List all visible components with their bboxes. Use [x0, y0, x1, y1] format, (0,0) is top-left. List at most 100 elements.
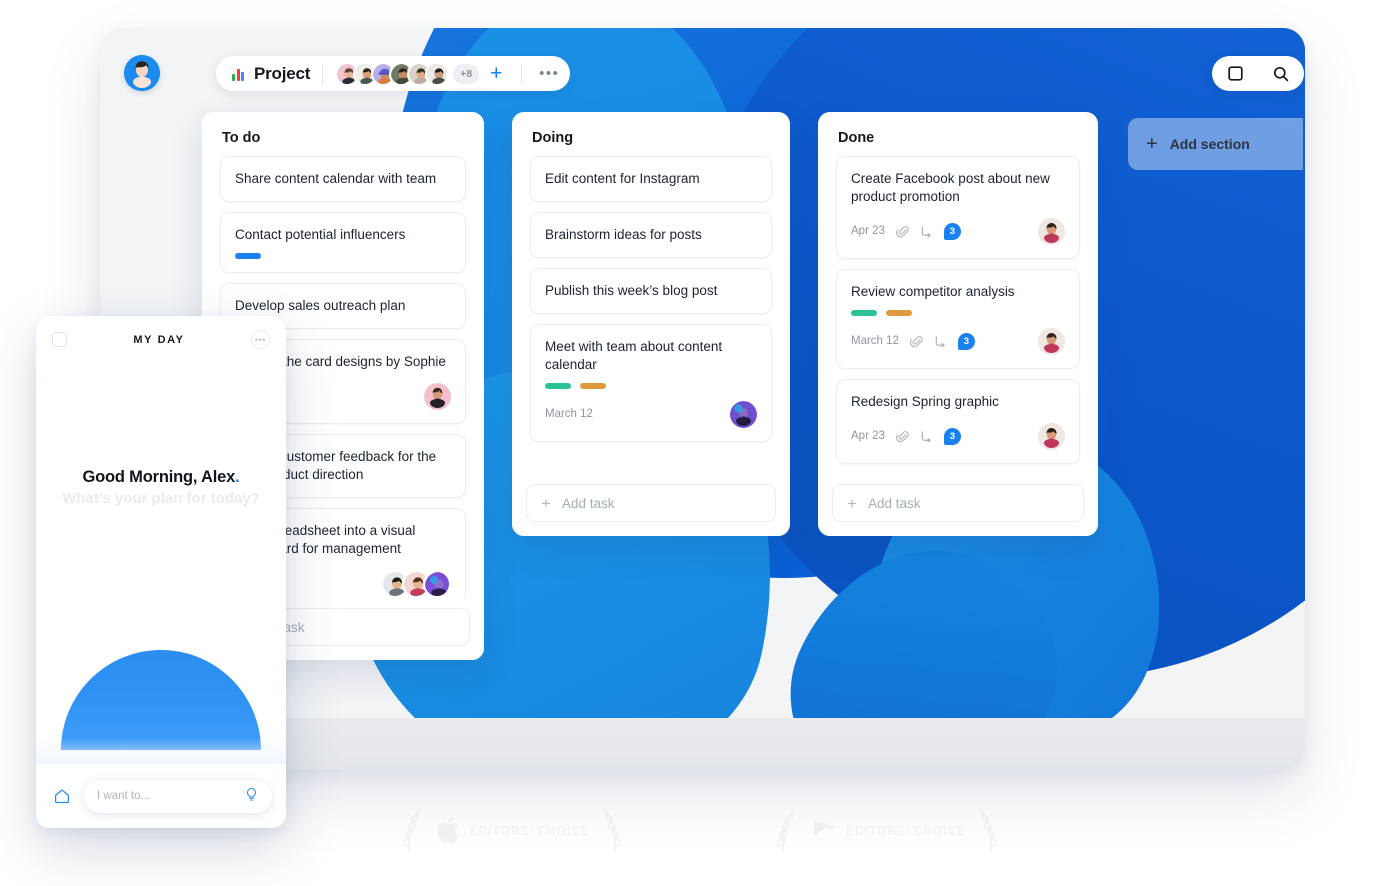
project-toolbar: Project +8 + ••• — [216, 56, 571, 91]
subtask-icon — [920, 225, 933, 238]
task-date: March 12 — [545, 408, 593, 421]
assignee-avatar[interactable] — [424, 382, 451, 410]
assignee-avatar[interactable] — [730, 400, 757, 428]
task-title: Review competitor analysis — [851, 283, 1015, 299]
assignee-avatar[interactable] — [1038, 217, 1065, 245]
greeting-text: Good Morning, Alex. — [36, 468, 286, 487]
member-avatars[interactable] — [335, 61, 450, 86]
task-card[interactable]: Share content calendar with team — [220, 156, 466, 202]
column-cards: Edit content for Instagram Brainstorm id… — [512, 156, 790, 474]
comment-bubble-icon: 3 — [943, 222, 961, 240]
mobile-title: MY DAY — [133, 333, 185, 346]
comment-bubble-icon: 3 — [943, 427, 961, 445]
home-icon[interactable] — [50, 787, 74, 805]
task-title: Create Facebook post about new product p… — [851, 171, 1050, 204]
task-card[interactable]: Create Facebook post about new product p… — [836, 156, 1080, 259]
mobile-header: MY DAY ••• — [36, 316, 286, 349]
badge-label: EDITORS’ CHOICE — [469, 826, 590, 838]
task-title: Share content calendar with team — [235, 171, 437, 186]
task-title: Meet with team about content calendar — [545, 338, 723, 372]
store-badges: EDITORS’ CHOICE EDITORS’ CHOICE — [0, 806, 1400, 858]
task-tags — [235, 252, 451, 259]
mobile-input-placeholder: I want to... — [97, 790, 151, 802]
tag-blue — [235, 252, 261, 259]
task-date: Apr 23 — [851, 225, 885, 238]
laurel-right-icon — [979, 809, 998, 851]
mobile-greeting-block: Good Morning, Alex. What’s your plan for… — [36, 468, 286, 507]
plus-icon: + — [541, 493, 551, 513]
assignee-avatar[interactable] — [1038, 327, 1065, 355]
tag-green — [851, 309, 877, 316]
task-date: March 12 — [851, 335, 899, 348]
member-overflow-badge[interactable]: +8 — [453, 63, 480, 84]
lightbulb-icon[interactable] — [244, 787, 259, 805]
task-card[interactable]: Publish this week’s blog post — [530, 267, 772, 314]
add-task-label: Add task — [867, 495, 921, 511]
add-task-label: Add task — [561, 495, 615, 511]
page-title: Project — [254, 63, 311, 83]
task-title: Edit content for Instagram — [545, 171, 700, 186]
badge-label: EDITORS’ CHOICE — [846, 826, 967, 838]
screenshot-root: Project +8 + ••• + Add section To do Sha… — [0, 0, 1400, 886]
task-meta: March 12 — [545, 400, 757, 428]
assignee-avatar[interactable] — [1038, 422, 1065, 450]
laurel-right-icon — [603, 809, 622, 851]
laurel-left-icon — [776, 809, 795, 851]
laurel-left-icon — [402, 809, 421, 851]
task-meta: Apr 23 3 — [851, 422, 1065, 450]
square-icon[interactable] — [1222, 61, 1248, 87]
apple-icon — [436, 815, 462, 850]
task-meta: Apr 23 3 — [851, 217, 1065, 245]
add-member-button[interactable]: + — [483, 61, 509, 87]
task-title: Contact potential influencers — [235, 226, 406, 242]
column-footer: + Add task — [512, 474, 790, 536]
divider — [521, 63, 523, 84]
column-title: Doing — [532, 130, 574, 146]
checkbox-icon[interactable] — [52, 332, 67, 347]
task-title: Brainstorm ideas for posts — [545, 226, 702, 242]
google-play-icon — [810, 816, 838, 849]
avatar[interactable] — [124, 55, 160, 91]
search-icon[interactable] — [1268, 61, 1294, 87]
bar-chart-icon — [232, 67, 246, 81]
assignee-avatar[interactable] — [423, 569, 451, 598]
greeting-dot: . — [235, 468, 240, 486]
subgreeting-text: What’s your plan for today? — [62, 490, 260, 507]
user-avatar-image — [124, 55, 160, 91]
column-footer: + Add task — [818, 474, 1098, 536]
comment-bubble-icon: 3 — [957, 332, 975, 350]
plus-icon: + — [847, 493, 857, 513]
task-title: Develop sales outreach plan — [235, 297, 406, 313]
add-task-button[interactable]: + Add task — [526, 484, 776, 522]
task-card[interactable]: Meet with team about content calendar Ma… — [530, 323, 772, 442]
ellipsis-icon[interactable]: ••• — [251, 330, 270, 349]
more-options-button[interactable]: ••• — [534, 61, 564, 87]
task-date: Apr 23 — [851, 430, 885, 443]
task-title: Publish this week’s blog post — [545, 282, 718, 298]
tag-orange — [580, 382, 606, 389]
paperclip-icon — [895, 225, 909, 238]
add-task-button[interactable]: + Add task — [832, 484, 1084, 522]
mobile-my-day-panel: MY DAY ••• Good Morning, Alex. What’s yo… — [36, 316, 286, 828]
editors-choice-badge-apple: EDITORS’ CHOICE — [400, 806, 624, 858]
task-card[interactable]: Brainstorm ideas for posts — [530, 211, 772, 258]
plus-icon: + — [1146, 133, 1158, 155]
task-title: Redesign Spring graphic — [851, 393, 999, 409]
task-card[interactable]: Edit content for Instagram — [530, 156, 772, 202]
greeting-label: Good Morning, Alex — [82, 468, 236, 486]
add-section-label: Add section — [1169, 136, 1250, 152]
add-section-button[interactable]: + Add section — [1128, 118, 1303, 170]
window-controls — [1212, 56, 1304, 91]
board-column-done: Done Create Facebook post about new prod… — [818, 112, 1098, 536]
avatar[interactable] — [425, 61, 450, 86]
task-tags — [851, 309, 1065, 316]
task-card[interactable]: Contact potential influencers — [220, 211, 466, 273]
editors-choice-badge-google-play: EDITORS’ CHOICE — [774, 806, 1000, 858]
tag-orange — [886, 309, 912, 316]
paperclip-icon — [895, 430, 909, 443]
column-title: To do — [222, 130, 261, 146]
subtask-icon — [934, 335, 947, 348]
sun-graphic — [61, 650, 261, 750]
task-card[interactable]: Redesign Spring graphic Apr 23 3 — [836, 378, 1080, 464]
task-card[interactable]: Review competitor analysis March 12 3 — [836, 268, 1080, 369]
